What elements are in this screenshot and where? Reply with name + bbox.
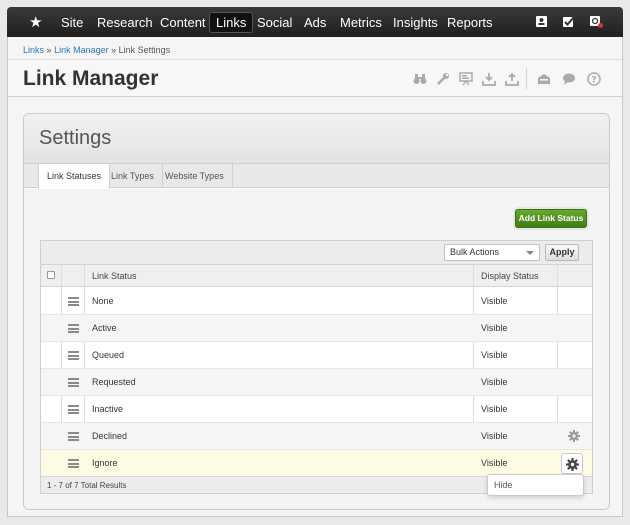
- link-status-name: Ignore: [92, 458, 118, 468]
- row-actions-menu: Hide: [487, 474, 584, 496]
- alerts-icon[interactable]: [589, 15, 603, 28]
- breadcrumb: Links » Link Manager » Link Settings: [23, 45, 170, 55]
- table-row[interactable]: Requested Visible: [41, 369, 592, 396]
- link-status-name: Inactive: [92, 404, 124, 414]
- page-container: Links » Link Manager » Link Settings Lin…: [7, 37, 623, 517]
- presentation-icon[interactable]: [459, 72, 473, 86]
- display-status: Visible: [481, 377, 508, 387]
- drag-handle-icon[interactable]: [68, 459, 79, 468]
- drag-handle-icon[interactable]: [68, 378, 79, 387]
- menu-item-hide[interactable]: Hide: [494, 480, 513, 490]
- drag-handle-icon[interactable]: [68, 324, 79, 333]
- chevron-down-icon: [526, 251, 534, 255]
- link-status-name: Declined: [92, 431, 128, 441]
- bulk-actions-label: Bulk Actions: [450, 247, 500, 257]
- wrench-icon[interactable]: [436, 72, 450, 86]
- gear-icon[interactable]: [568, 430, 580, 442]
- inbox-icon[interactable]: [537, 72, 551, 86]
- breadcrumb-separator: »: [46, 45, 52, 55]
- header-divider: [526, 68, 527, 90]
- table-row[interactable]: Inactive Visible: [41, 396, 592, 423]
- display-status: Visible: [481, 296, 508, 306]
- table-row[interactable]: Declined Visible: [41, 423, 592, 450]
- row-actions-button[interactable]: [561, 453, 583, 474]
- page-header: Link Manager ?: [8, 59, 622, 97]
- nav-content[interactable]: Content: [154, 12, 212, 33]
- breadcrumb-link-manager[interactable]: Link Manager: [54, 45, 109, 55]
- apply-button[interactable]: Apply: [545, 244, 579, 261]
- binoculars-icon[interactable]: [413, 72, 427, 86]
- link-status-name: Requested: [92, 377, 136, 387]
- settings-title: Settings: [39, 127, 112, 149]
- display-status: Visible: [481, 431, 508, 441]
- breadcrumb-current: Link Settings: [118, 45, 171, 55]
- display-status: Visible: [481, 458, 508, 468]
- nav-research[interactable]: Research: [91, 12, 159, 33]
- table-row[interactable]: Queued Visible: [41, 342, 592, 369]
- table-row-selected[interactable]: Ignore Visible: [41, 450, 592, 477]
- help-icon[interactable]: ?: [587, 72, 601, 86]
- link-status-table: Bulk Actions Apply Link Status Display S…: [40, 240, 593, 494]
- settings-panel: Settings Link Statuses Link Types Websit…: [23, 113, 610, 510]
- chat-bubble-icon[interactable]: [562, 72, 576, 86]
- nav-insights[interactable]: Insights: [387, 12, 444, 33]
- display-status: Visible: [481, 323, 508, 333]
- link-status-name: Queued: [92, 350, 125, 360]
- tasks-check-icon[interactable]: [562, 15, 575, 28]
- settings-panel-header: Settings: [24, 114, 609, 164]
- drag-handle-icon[interactable]: [68, 432, 79, 441]
- column-link-status[interactable]: Link Status: [92, 265, 137, 287]
- add-link-status-button[interactable]: Add Link Status: [515, 209, 587, 228]
- nav-reports[interactable]: Reports: [441, 12, 499, 33]
- table-toolbar: Bulk Actions Apply: [41, 241, 592, 265]
- breadcrumb-separator: »: [111, 45, 117, 55]
- table-row[interactable]: Active Visible: [41, 315, 592, 342]
- tab-website-types[interactable]: Website Types: [157, 164, 233, 188]
- tab-link-types[interactable]: Link Types: [103, 164, 163, 188]
- link-status-name: None: [92, 296, 114, 306]
- drag-handle-icon[interactable]: [68, 351, 79, 360]
- table-row[interactable]: None Visible: [41, 288, 592, 315]
- gear-icon: [566, 458, 579, 471]
- contacts-icon[interactable]: [535, 15, 548, 28]
- nav-ads[interactable]: Ads: [298, 12, 332, 33]
- link-status-name: Active: [92, 323, 117, 333]
- nav-site[interactable]: Site: [55, 12, 89, 33]
- settings-panel-body: Add Link Status Bulk Actions Apply Link …: [24, 189, 609, 509]
- download-icon[interactable]: [482, 72, 496, 86]
- page-title: Link Manager: [23, 67, 159, 90]
- nav-metrics[interactable]: Metrics: [334, 12, 388, 33]
- bulk-actions-select[interactable]: Bulk Actions: [444, 244, 540, 261]
- select-all-checkbox[interactable]: [47, 271, 55, 279]
- drag-handle-icon[interactable]: [68, 297, 79, 306]
- tab-link-statuses[interactable]: Link Statuses: [38, 164, 111, 189]
- nav-social[interactable]: Social: [251, 12, 298, 33]
- nav-links[interactable]: Links: [209, 12, 254, 33]
- top-navigation-bar: ★ Site Research Content Links Social Ads…: [7, 7, 623, 37]
- upload-icon[interactable]: [505, 72, 519, 86]
- column-display-status[interactable]: Display Status: [481, 265, 539, 287]
- svg-text:?: ?: [591, 76, 596, 86]
- display-status: Visible: [481, 350, 508, 360]
- table-header: Link Status Display Status: [41, 265, 592, 287]
- breadcrumb-links[interactable]: Links: [23, 45, 44, 55]
- drag-handle-icon[interactable]: [68, 405, 79, 414]
- star-icon[interactable]: ★: [29, 13, 42, 31]
- settings-tabs: Link Statuses Link Types Website Types: [24, 164, 609, 189]
- display-status: Visible: [481, 404, 508, 414]
